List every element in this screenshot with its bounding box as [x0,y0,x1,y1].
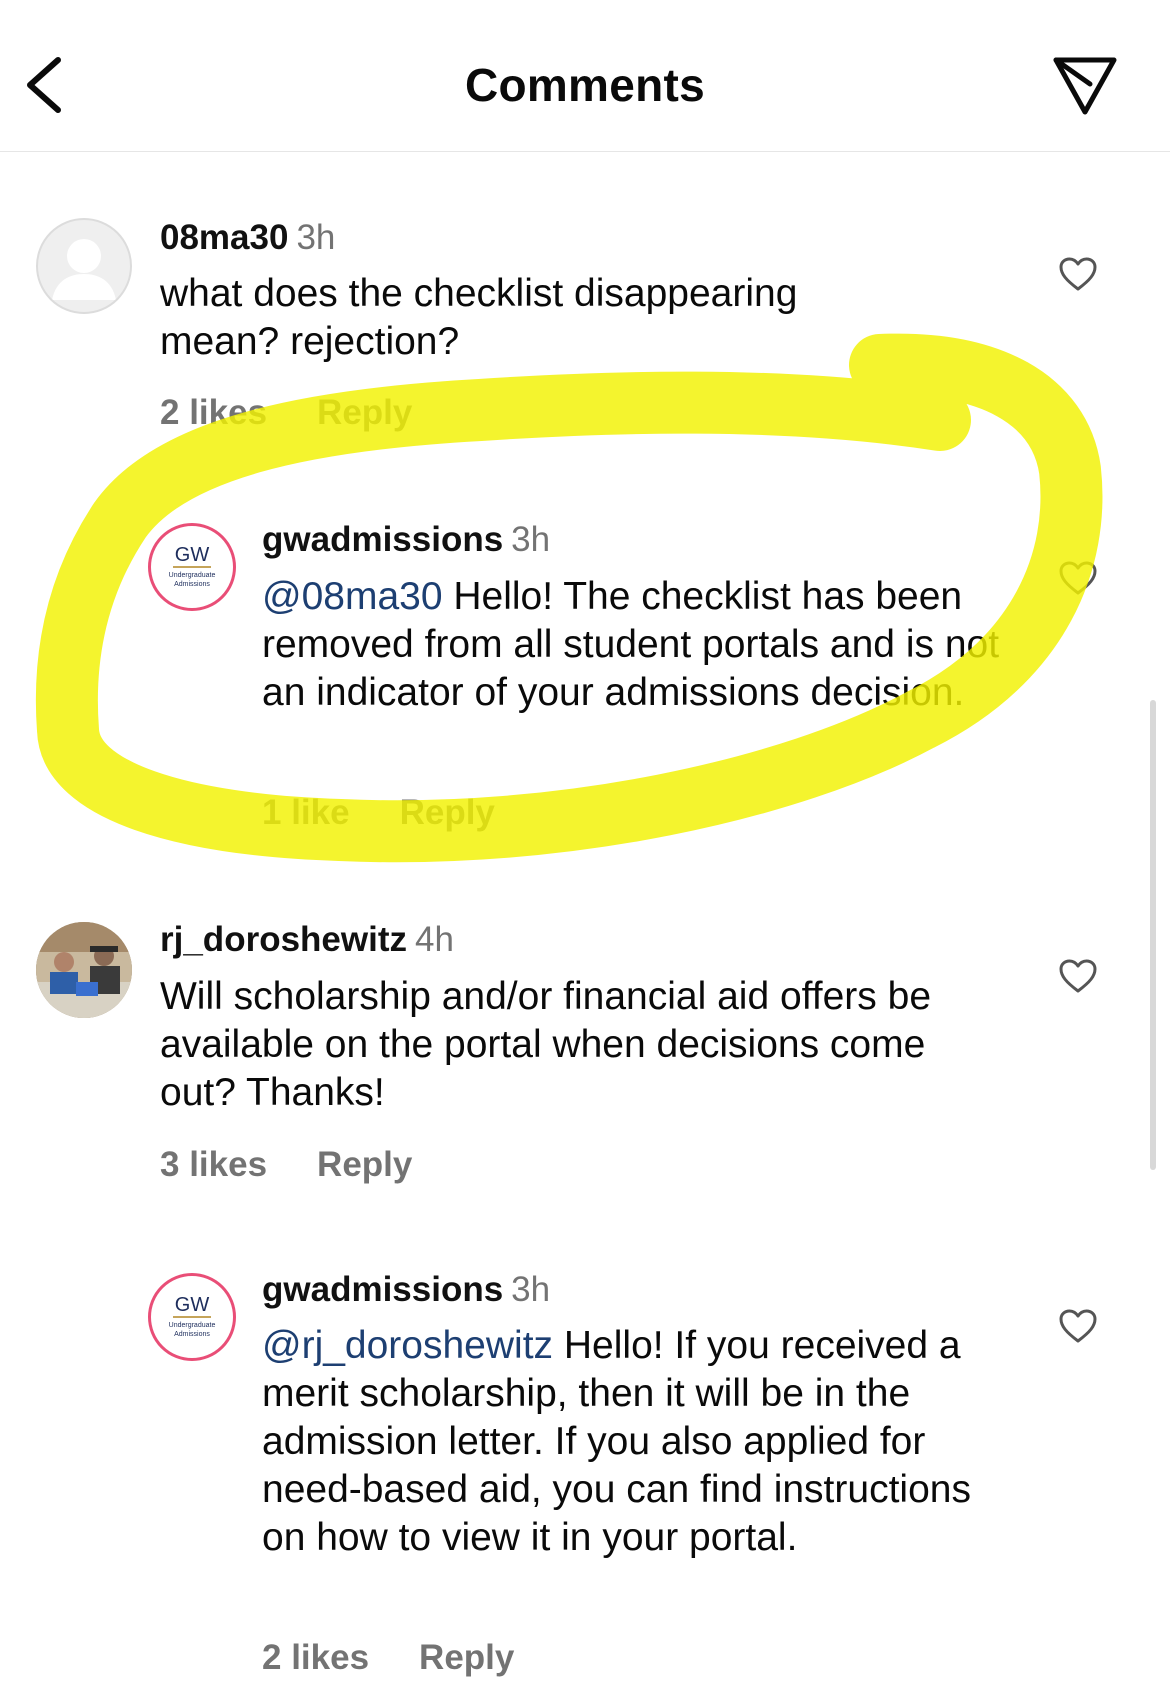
heart-icon[interactable] [1058,1308,1098,1344]
scrollbar[interactable] [1150,700,1156,1170]
avatar[interactable] [36,218,132,314]
reply-button[interactable]: Reply [317,1145,412,1184]
comment-text: what does the checklist disappearing mea… [160,272,798,363]
timestamp: 4h [414,920,454,959]
comments-header: Comments [0,0,1170,152]
gw-logo-text: GW [173,544,211,568]
comment-actions: 2 likes Reply [160,393,462,433]
timestamp: 3h [296,218,336,257]
comment-meta: rj_doroshewitz 4h [160,920,454,960]
reply-button[interactable]: Reply [419,1638,514,1677]
reply-button[interactable]: Reply [400,793,495,832]
comment-text: @08ma30 Hello! The checklist has been re… [262,573,1002,717]
comment-text: @rj_doroshewitz Hello! If you received a… [262,1322,1002,1562]
photo-avatar-icon [36,922,132,1018]
heart-icon[interactable] [1058,256,1098,292]
comment-text: Will scholarship and/or financial aid of… [160,975,932,1114]
comment-actions: 2 likes Reply [262,1638,564,1678]
mention-link[interactable]: @rj_doroshewitz [262,1324,553,1367]
comment-actions: 3 likes Reply [160,1145,462,1185]
likes-count[interactable]: 2 likes [160,393,267,432]
share-button[interactable] [1050,54,1120,118]
username[interactable]: rj_doroshewitz [160,920,407,959]
gw-logo-text: GW [173,1294,211,1318]
avatar[interactable]: GW Undergraduate Admissions [148,1273,236,1361]
username[interactable]: gwadmissions [262,520,503,559]
gw-logo: GW Undergraduate Admissions [155,1280,229,1354]
avatar[interactable]: GW Undergraduate Admissions [148,523,236,611]
avatar[interactable] [36,922,132,1018]
gw-logo-subtitle: Undergraduate Admissions [168,1322,216,1338]
send-icon [1053,57,1117,115]
comment-meta: gwadmissions 3h [262,1270,550,1310]
likes-count[interactable]: 3 likes [160,1145,267,1184]
heart-icon[interactable] [1058,560,1098,596]
comment-actions: 1 like Reply [262,793,545,833]
timestamp: 3h [511,1270,551,1309]
likes-count[interactable]: 1 like [262,793,350,832]
mention-link[interactable]: @08ma30 [262,575,443,618]
page-title: Comments [464,59,706,111]
timestamp: 3h [511,520,551,559]
likes-count[interactable]: 2 likes [262,1638,369,1677]
heart-icon[interactable] [1058,958,1098,994]
username[interactable]: 08ma30 [160,218,288,257]
username[interactable]: gwadmissions [262,1270,503,1309]
reply-button[interactable]: Reply [317,393,412,432]
comment-meta: 08ma30 3h [160,218,335,258]
gw-logo: GW Undergraduate Admissions [155,530,229,604]
default-avatar-icon [52,239,116,300]
comment-meta: gwadmissions 3h [262,520,550,560]
gw-logo-subtitle: Undergraduate Admissions [168,572,216,588]
